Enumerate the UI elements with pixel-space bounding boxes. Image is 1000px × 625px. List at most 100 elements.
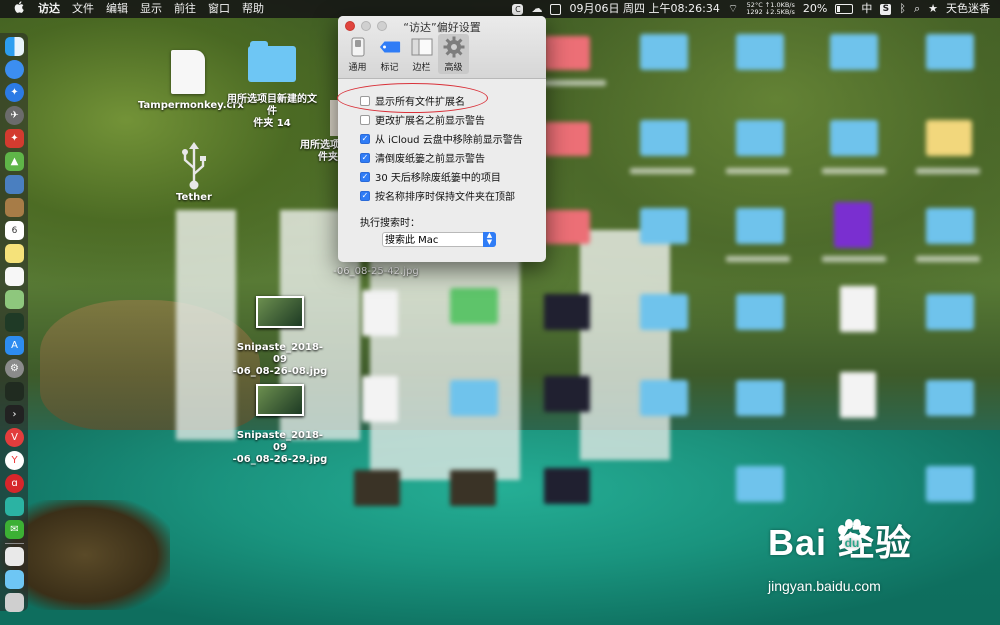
menu-app-name[interactable]: 访达 [32, 0, 66, 18]
tab-advanced-label: 高级 [444, 63, 463, 73]
battery-icon[interactable] [831, 0, 857, 18]
desktop-file-tampermonkey[interactable]: Tampermonkey.crx [138, 50, 244, 112]
option-keep-folders-on-top[interactable]: ✓ 按名称排序时保持文件夹在顶部 [360, 188, 515, 203]
app-store-icon[interactable]: A [5, 336, 24, 355]
checkbox-checked-icon[interactable]: ✓ [360, 171, 370, 182]
menu-clock[interactable]: 09月06日 周四 上午08:26:34 [565, 0, 723, 18]
search-scope-select[interactable]: 搜索此 Mac ▲ ▼ [382, 232, 496, 247]
reminders-icon[interactable] [5, 267, 24, 286]
file-label-partial: -06_08-25-42.jpg [333, 266, 419, 277]
search-scope-value: 搜索此 Mac [385, 235, 439, 246]
preview-icon[interactable] [5, 175, 24, 194]
file-label: Snipaste_2018-09 [236, 430, 324, 453]
option-label: 按名称排序时保持文件夹在顶部 [375, 192, 515, 203]
menu-help[interactable]: 帮助 [236, 0, 270, 18]
tab-sidebar[interactable]: 边栏 [406, 34, 437, 74]
baidu-jingyan-watermark: Bai 经验 du jingyan.baidu.com [768, 514, 912, 594]
launchpad-icon[interactable]: ✈ [5, 106, 24, 125]
terminal-icon[interactable]: › [5, 405, 24, 424]
netease-music-icon[interactable]: ✦ [5, 129, 24, 148]
general-switch-icon [347, 36, 369, 58]
network-stats-line2: 1292 ↓2.5KB/s [746, 8, 795, 16]
apple-menu-icon[interactable] [0, 0, 32, 18]
menu-file[interactable]: 文件 [66, 0, 100, 18]
downloads-folder-icon[interactable] [5, 570, 24, 589]
usb-icon [166, 142, 222, 190]
notification-star-icon[interactable]: ★ [924, 0, 942, 18]
checkbox-checked-icon[interactable]: ✓ [360, 152, 370, 163]
netease-icon[interactable]: ɑ [5, 474, 24, 493]
input-method[interactable]: 中 [857, 0, 876, 18]
safari-icon[interactable] [5, 60, 24, 79]
bluetooth-icon[interactable]: ᛒ [895, 0, 910, 18]
checkbox-checked-icon[interactable]: ✓ [360, 133, 370, 144]
blurred-desktop-items-left [340, 260, 540, 540]
menu-user-name[interactable]: 天色迷香 [942, 0, 1000, 18]
finder-preferences-window: “访达”偏好设置 通用 标记 边栏 高级 显示所有文件扩展名 更改扩展名之前显示… [338, 16, 546, 262]
option-warn-before-icloud-removal[interactable]: ✓ 从 iCloud 云盘中移除前显示警告 [360, 131, 523, 146]
svg-text:du: du [845, 536, 860, 550]
tab-general[interactable]: 通用 [342, 34, 373, 74]
calendar-icon[interactable]: 6 [5, 221, 24, 240]
document-icon [171, 50, 205, 94]
yandex-icon[interactable]: Y [5, 451, 24, 470]
network-stats[interactable]: 52°C ↑1.0KB/s 1292 ↓2.5KB/s [742, 2, 799, 16]
tab-general-label: 通用 [348, 63, 367, 73]
finder-icon[interactable] [5, 37, 24, 56]
option-warn-before-emptying-trash[interactable]: ✓ 清倒废纸篓之前显示警告 [360, 150, 485, 165]
app-store-compass-icon[interactable]: ✦ [5, 83, 24, 102]
menu-go[interactable]: 前往 [168, 0, 202, 18]
option-remove-trash-after-30-days[interactable]: ✓ 30 天后移除废纸篓中的项目 [360, 169, 501, 184]
search-icon[interactable]: ⌕ [910, 0, 924, 18]
menu-view[interactable]: 显示 [134, 0, 168, 18]
paw-icon: du [834, 518, 870, 558]
activity-monitor-icon[interactable] [5, 382, 24, 401]
file-label: Tampermonkey.crx [138, 100, 244, 111]
tab-sidebar-label: 边栏 [412, 63, 431, 73]
select-arrows-icon: ▲ ▼ [483, 232, 496, 247]
tab-tags[interactable]: 标记 [374, 34, 405, 74]
option-warn-before-changing-extension[interactable]: 更改扩展名之前显示警告 [360, 112, 485, 127]
checkbox-checked-icon[interactable]: ✓ [360, 190, 370, 201]
file-label-line2: -06_08-26-08.jpg [232, 366, 328, 377]
window-title: “访达”偏好设置 [403, 21, 481, 34]
option-label: 清倒废纸篓之前显示警告 [375, 154, 485, 165]
folder-icon [248, 41, 296, 82]
preferences-toolbar: 通用 标记 边栏 高级 [342, 34, 470, 74]
wechat-icon[interactable]: ✉ [5, 520, 24, 539]
menu-edit[interactable]: 编辑 [100, 0, 134, 18]
notes-icon[interactable] [5, 244, 24, 263]
image-thumbnail [256, 384, 304, 416]
browser-green-icon[interactable] [5, 497, 24, 516]
maps-icon[interactable] [5, 290, 24, 309]
checkbox-unchecked[interactable] [360, 114, 370, 125]
sidebar-icon [411, 36, 433, 58]
snipaste-s-icon[interactable]: S [876, 0, 895, 18]
dock: ✦ ✈ ✦ ▲ 6 A ⚙ › V Y ɑ ✉ [0, 33, 28, 612]
option-label: 更改扩展名之前显示警告 [375, 116, 485, 127]
wifi-icon[interactable]: ⌔ [724, 0, 742, 18]
desktop-drive-tether[interactable]: Tether [166, 142, 222, 204]
desktop-image-snipaste-0826-29[interactable]: Snipaste_2018-09 -06_08-26-29.jpg [230, 384, 330, 466]
tab-tags-label: 标记 [380, 63, 399, 73]
menu-window[interactable]: 窗口 [202, 0, 236, 18]
search-scope-label: 执行搜索时： [360, 218, 420, 229]
document-stack-icon[interactable] [5, 547, 24, 566]
tab-advanced[interactable]: 高级 [438, 34, 469, 74]
trash-icon[interactable] [5, 593, 24, 612]
calendar-grid-icon[interactable] [546, 0, 565, 18]
android-icon[interactable]: ▲ [5, 152, 24, 171]
file-label: Snipaste_2018-09 [236, 342, 324, 365]
annotation-ellipse [337, 83, 488, 113]
terminal-green-icon[interactable] [5, 313, 24, 332]
image-thumbnail [256, 296, 304, 328]
vivaldi-icon[interactable]: V [5, 428, 24, 447]
battery-percent[interactable]: 20% [799, 0, 831, 18]
system-preferences-icon[interactable]: ⚙ [5, 359, 24, 378]
notes-brown-icon[interactable] [5, 198, 24, 217]
window-titlebar: “访达”偏好设置 通用 标记 边栏 高级 [338, 16, 546, 79]
desktop-image-snipaste-0826-08[interactable]: Snipaste_2018-09 -06_08-26-08.jpg [230, 296, 330, 378]
option-label: 从 iCloud 云盘中移除前显示警告 [375, 135, 523, 146]
watermark-url: jingyan.baidu.com [768, 578, 881, 594]
dock-separator [5, 543, 24, 544]
